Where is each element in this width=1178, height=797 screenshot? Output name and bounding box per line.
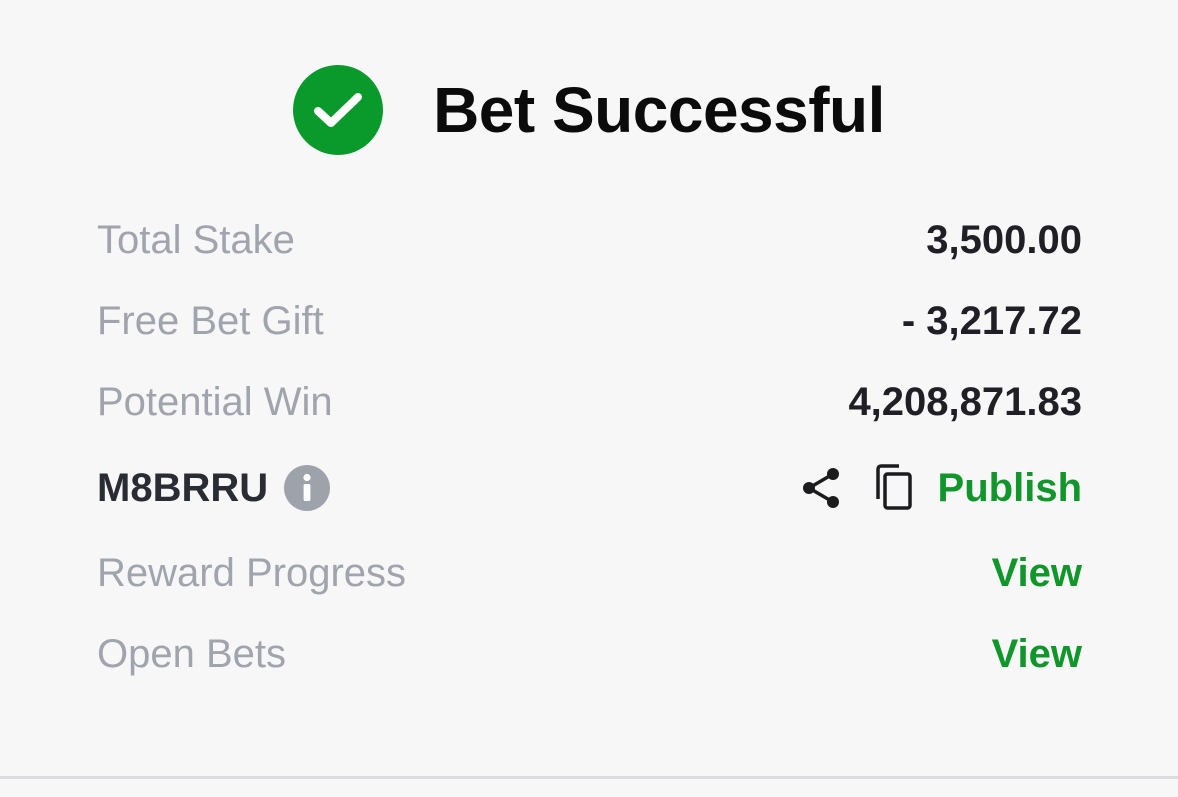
reward-progress-view-link[interactable]: View [992,551,1082,596]
free-bet-gift-row: Free Bet Gift - 3,217.72 [97,281,1082,362]
bet-summary: Total Stake 3,500.00 Free Bet Gift - 3,2… [97,200,1082,695]
reward-progress-row: Reward Progress View [97,533,1082,614]
total-stake-label: Total Stake [97,218,295,262]
total-stake-value: 3,500.00 [926,218,1082,262]
potential-win-label: Potential Win [97,380,333,424]
booking-code-group: M8BRRU [97,465,331,511]
potential-win-row: Potential Win 4,208,871.83 [97,362,1082,443]
bet-success-header: Bet Successful [0,60,1178,160]
open-bets-view-link[interactable]: View [992,632,1082,677]
success-check-icon [293,65,384,155]
total-stake-row: Total Stake 3,500.00 [97,200,1082,281]
booking-code-row: M8BRRU Publish [97,443,1082,533]
reward-progress-label: Reward Progress [97,551,407,595]
open-bets-label: Open Bets [97,632,287,676]
publish-link[interactable]: Publish [938,466,1082,511]
booking-actions: Publish [798,463,1082,513]
bottom-divider [0,776,1178,779]
copy-icon[interactable] [872,463,916,513]
free-bet-gift-value: - 3,217.72 [901,299,1082,343]
potential-win-value: 4,208,871.83 [848,380,1082,424]
booking-code: M8BRRU [97,465,269,510]
open-bets-row: Open Bets View [97,614,1082,695]
share-icon[interactable] [798,465,844,511]
page-title: Bet Successful [433,74,885,146]
info-icon[interactable] [284,465,331,511]
free-bet-gift-label: Free Bet Gift [97,299,324,343]
